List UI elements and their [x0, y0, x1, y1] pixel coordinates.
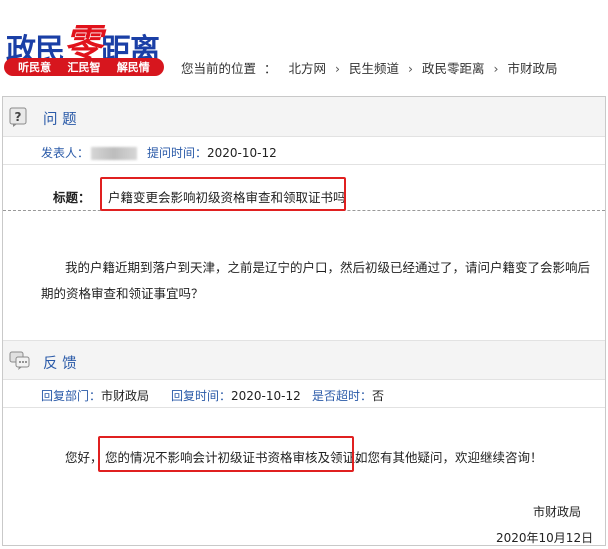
tagline-item: 解民情 [116, 61, 150, 74]
tagline-item: 汇民智 [67, 61, 101, 74]
question-body-line: 期的资格审查和领证事宜吗？ [41, 286, 204, 301]
question-time-value: 2020-10-12 [207, 146, 277, 160]
breadcrumb: 您当前的位置： 北方网 › 民生频道 › 政民零距离 › 市财政局 [181, 61, 558, 76]
reply-highlight-box [98, 436, 354, 472]
tagline-item: 听民意 [18, 61, 52, 74]
reply-meta-row: 回复部门：市财政局 回复时间：2020-10-12 是否超时：否 [3, 380, 605, 408]
asker-field: 发表人： [41, 144, 138, 161]
breadcrumb-item-caizheng[interactable]: 市财政局 [507, 61, 557, 76]
asker-redacted [91, 147, 138, 160]
reply-time-field: 回复时间：2020-10-12 [171, 387, 301, 404]
question-meta-row: 发表人： 提问时间：2020-10-12 [3, 137, 605, 165]
question-title-highlight-box [100, 177, 346, 211]
reply-dept-field: 回复部门：市财政局 [41, 387, 149, 404]
question-body-line: 我的户籍近期到落户到天津，之前是辽宁的户口，然后初级已经通过了，请问户籍变了会影… [65, 260, 591, 275]
reply-dept-label: 回复部门： [41, 389, 102, 403]
reply-signature: 市财政局 [533, 505, 582, 519]
breadcrumb-item-beifang[interactable]: 北方网 [289, 61, 327, 76]
question-time-label: 提问时间： [147, 146, 208, 160]
overtime-field: 是否超时：否 [312, 387, 384, 404]
chevron-right-icon: › [408, 61, 413, 76]
svg-text:?: ? [15, 110, 22, 124]
reply-section-title: 反 馈 [43, 356, 77, 372]
asker-label: 发表人： [41, 146, 90, 160]
overtime-label: 是否超时： [312, 389, 373, 403]
reply-time-label: 回复时间： [171, 389, 232, 403]
question-mark-icon: ? [9, 107, 29, 127]
reply-body-suffix: 如您有其他疑问，欢迎继续咨询！ [355, 450, 543, 465]
site-logo[interactable]: 政民零距离 听民意 汇民智 解民情 [2, 14, 172, 78]
reply-time-value: 2020-10-12 [231, 389, 301, 403]
overtime-value: 否 [372, 389, 385, 403]
reply-dept-value: 市财政局 [101, 389, 150, 403]
breadcrumb-label: 您当前的位置 [181, 61, 257, 76]
question-section-header: ? 问 题 [3, 97, 605, 137]
site-header: 政民零距离 听民意 汇民智 解民情 您当前的位置： 北方网 › 民生频道 › 政… [0, 0, 608, 86]
question-section-title: 问 题 [43, 112, 77, 128]
content-panel: ? 问 题 发表人： 提问时间：2020-10-12 标题： 户籍变更会影响初级… [2, 96, 606, 546]
breadcrumb-item-zhengmin[interactable]: 政民零距离 [422, 61, 485, 76]
reply-signature-date: 2020年10月12日 [496, 531, 594, 545]
speech-bubble-icon [9, 351, 30, 371]
reply-body-prefix: 您好， [65, 450, 103, 465]
breadcrumb-item-minsheng[interactable]: 民生频道 [349, 61, 399, 76]
chevron-right-icon: › [335, 61, 341, 76]
reply-section-header: 反 馈 [3, 340, 605, 380]
question-title-label: 标题： [53, 190, 91, 205]
logo-tagline: 听民意 汇民智 解民情 [4, 58, 164, 76]
chevron-right-icon: › [493, 61, 499, 76]
question-time-field: 提问时间：2020-10-12 [147, 144, 277, 161]
